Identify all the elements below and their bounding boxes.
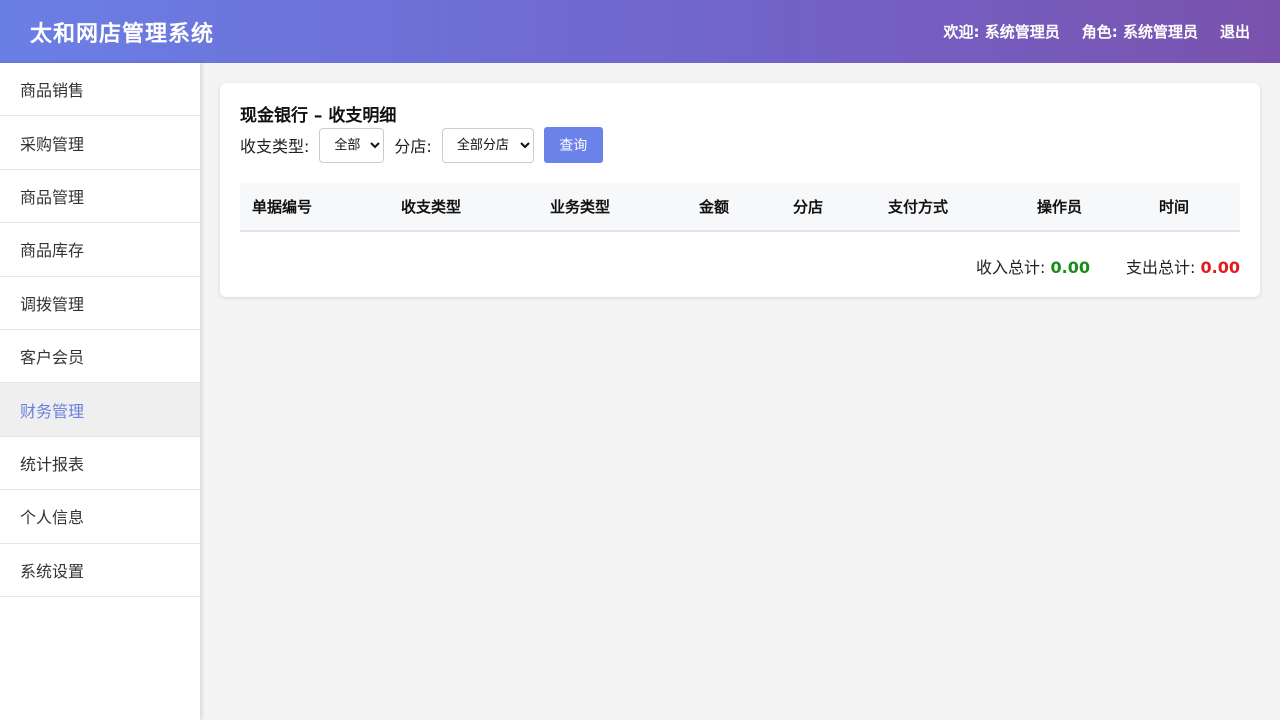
sidebar-item-transfer[interactable]: 调拨管理: [0, 277, 200, 330]
expense-total-label: 支出总计:: [1126, 258, 1196, 277]
branch-filter-label: 分店:: [394, 137, 432, 156]
sidebar-item-members[interactable]: 客户会员: [0, 330, 200, 384]
column-header-operator[interactable]: 操作员: [1025, 183, 1147, 232]
column-header-doc-no[interactable]: 单据编号: [240, 183, 389, 232]
column-header-amount[interactable]: 金额: [687, 183, 781, 232]
income-total-value: 0.00: [1050, 258, 1091, 277]
sidebar-item-products[interactable]: 商品管理: [0, 170, 200, 224]
totals-bar: 收入总计: 0.00 支出总计: 0.00: [240, 254, 1240, 278]
user-bar: 欢迎: 系统管理员 角色: 系统管理员 退出: [943, 21, 1250, 42]
type-select[interactable]: 全部: [319, 127, 385, 163]
income-total: 收入总计: 0.00: [976, 254, 1090, 278]
income-total-label: 收入总计:: [976, 258, 1046, 277]
page-title: 现金银行 – 收支明细: [240, 106, 397, 126]
sidebar-item-sales[interactable]: 商品销售: [0, 63, 200, 117]
sidebar-item-settings[interactable]: 系统设置: [0, 544, 200, 597]
branch-select[interactable]: 全部分店: [441, 127, 534, 163]
expense-total-value: 0.00: [1200, 258, 1240, 277]
role-text: 角色: 系统管理员: [1082, 21, 1198, 42]
ledger-panel: 现金银行 – 收支明细 收支类型: 全部 分店: 全部分店 查询 单据编号 收支…: [220, 83, 1260, 297]
table-header-row: 单据编号 收支类型 业务类型 金额 分店 支付方式 操作员 时间: [240, 183, 1240, 232]
column-header-branch[interactable]: 分店: [781, 183, 876, 232]
welcome-user: 系统管理员: [984, 23, 1060, 41]
column-header-payment-method[interactable]: 支付方式: [876, 183, 1025, 232]
sidebar-item-reports[interactable]: 统计报表: [0, 437, 200, 491]
role-label: 角色:: [1081, 23, 1118, 41]
filter-bar: 收支类型: 全部 分店: 全部分店 查询: [240, 126, 1240, 164]
ledger-table: 单据编号 收支类型 业务类型 金额 分店 支付方式 操作员 时间: [240, 183, 1240, 232]
sidebar-item-purchasing[interactable]: 采购管理: [0, 116, 200, 170]
column-header-time[interactable]: 时间: [1147, 183, 1240, 232]
sidebar-item-inventory[interactable]: 商品库存: [0, 223, 200, 277]
column-header-flow-type[interactable]: 收支类型: [389, 183, 538, 232]
welcome-text: 欢迎: 系统管理员: [943, 21, 1059, 42]
welcome-label: 欢迎:: [943, 23, 980, 41]
sidebar-item-finance[interactable]: 财务管理: [0, 383, 200, 437]
sidebar: 商品销售 采购管理 商品管理 商品库存 调拨管理 客户会员 财务管理 统计报表 …: [0, 63, 200, 720]
logout-link[interactable]: 退出: [1220, 21, 1250, 42]
app-title: 太和网店管理系统: [30, 21, 215, 47]
type-filter-label: 收支类型:: [240, 137, 310, 156]
query-button[interactable]: 查询: [543, 127, 603, 163]
sidebar-item-profile[interactable]: 个人信息: [0, 490, 200, 544]
role-value: 系统管理员: [1122, 23, 1198, 41]
expense-total: 支出总计: 0.00: [1126, 254, 1240, 278]
app-header: 太和网店管理系统 欢迎: 系统管理员 角色: 系统管理员 退出: [0, 0, 1280, 63]
column-header-business-type[interactable]: 业务类型: [538, 183, 687, 232]
